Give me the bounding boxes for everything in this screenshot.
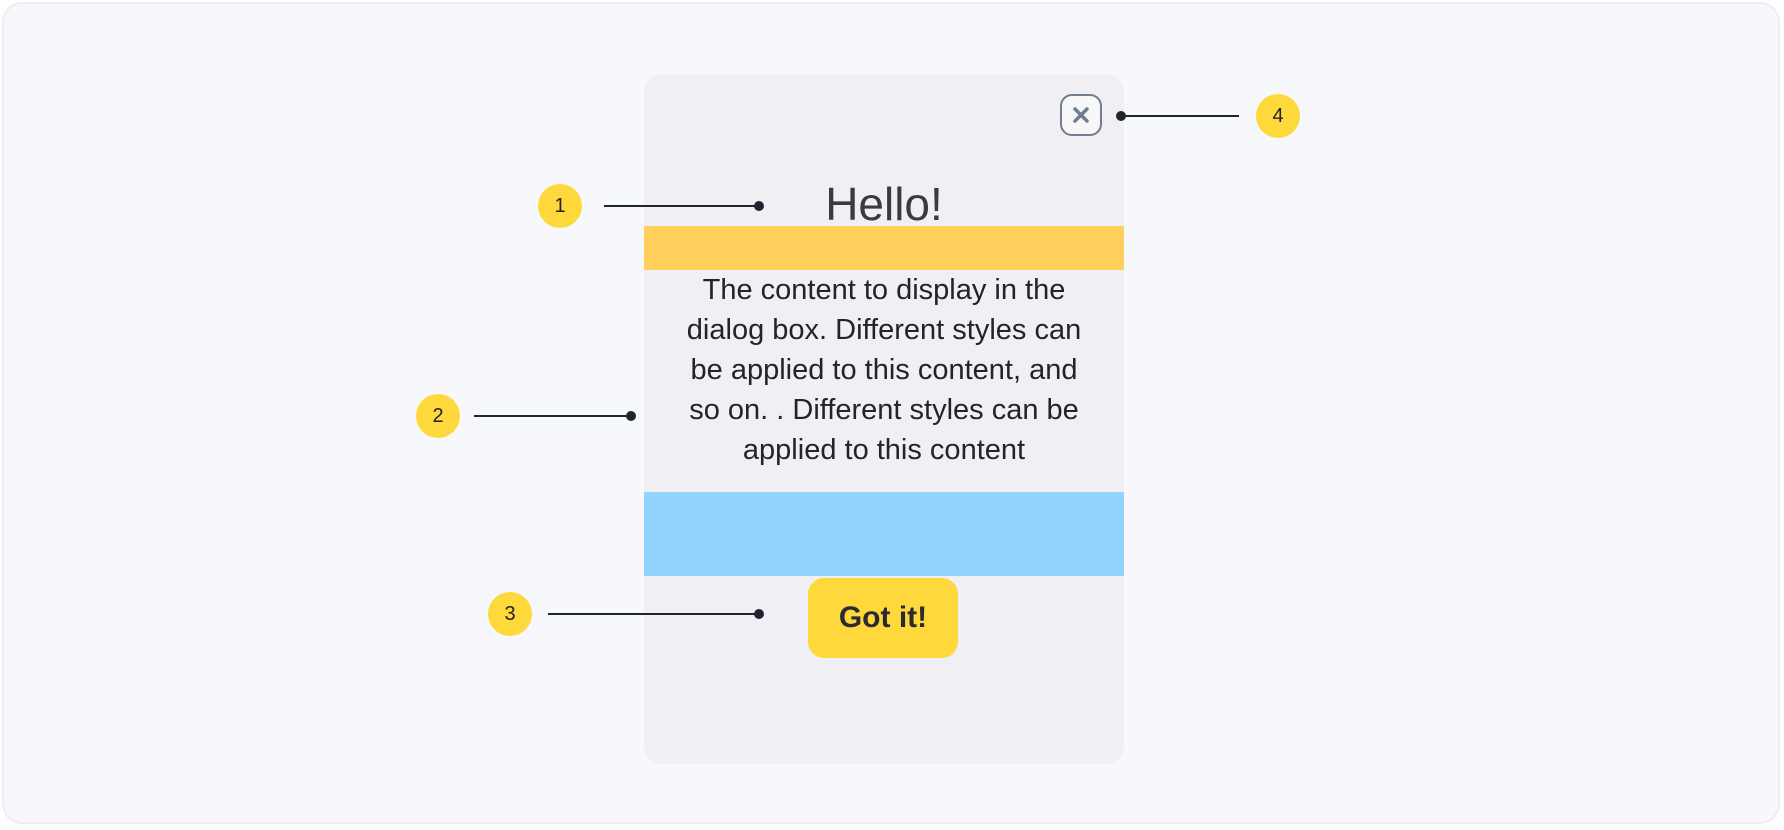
callout-badge-3: 3 [488,592,532,636]
callout-badge-1: 1 [538,184,582,228]
close-icon [1073,107,1089,123]
callout-badge-2: 2 [416,394,460,438]
footer-band [644,492,1124,576]
dialog-title: Hello! [825,178,943,230]
title-band [644,226,1124,270]
callout-dot-2 [626,411,636,421]
callout-dot-1 [754,201,764,211]
got-it-button[interactable]: Got it! [808,578,958,658]
diagram-canvas: Hello! The content to display in the dia… [2,2,1780,824]
close-button[interactable] [1060,94,1102,136]
callout-line-3 [548,613,759,615]
callout-badge-4: 4 [1256,94,1300,138]
callout-dot-3 [754,609,764,619]
dialog-content: The content to display in the dialog box… [686,274,1082,466]
callout-line-2 [474,415,632,417]
callout-line-1 [604,205,759,207]
dialog-box: Hello! The content to display in the dia… [644,74,1124,764]
callout-line-4 [1121,115,1239,117]
